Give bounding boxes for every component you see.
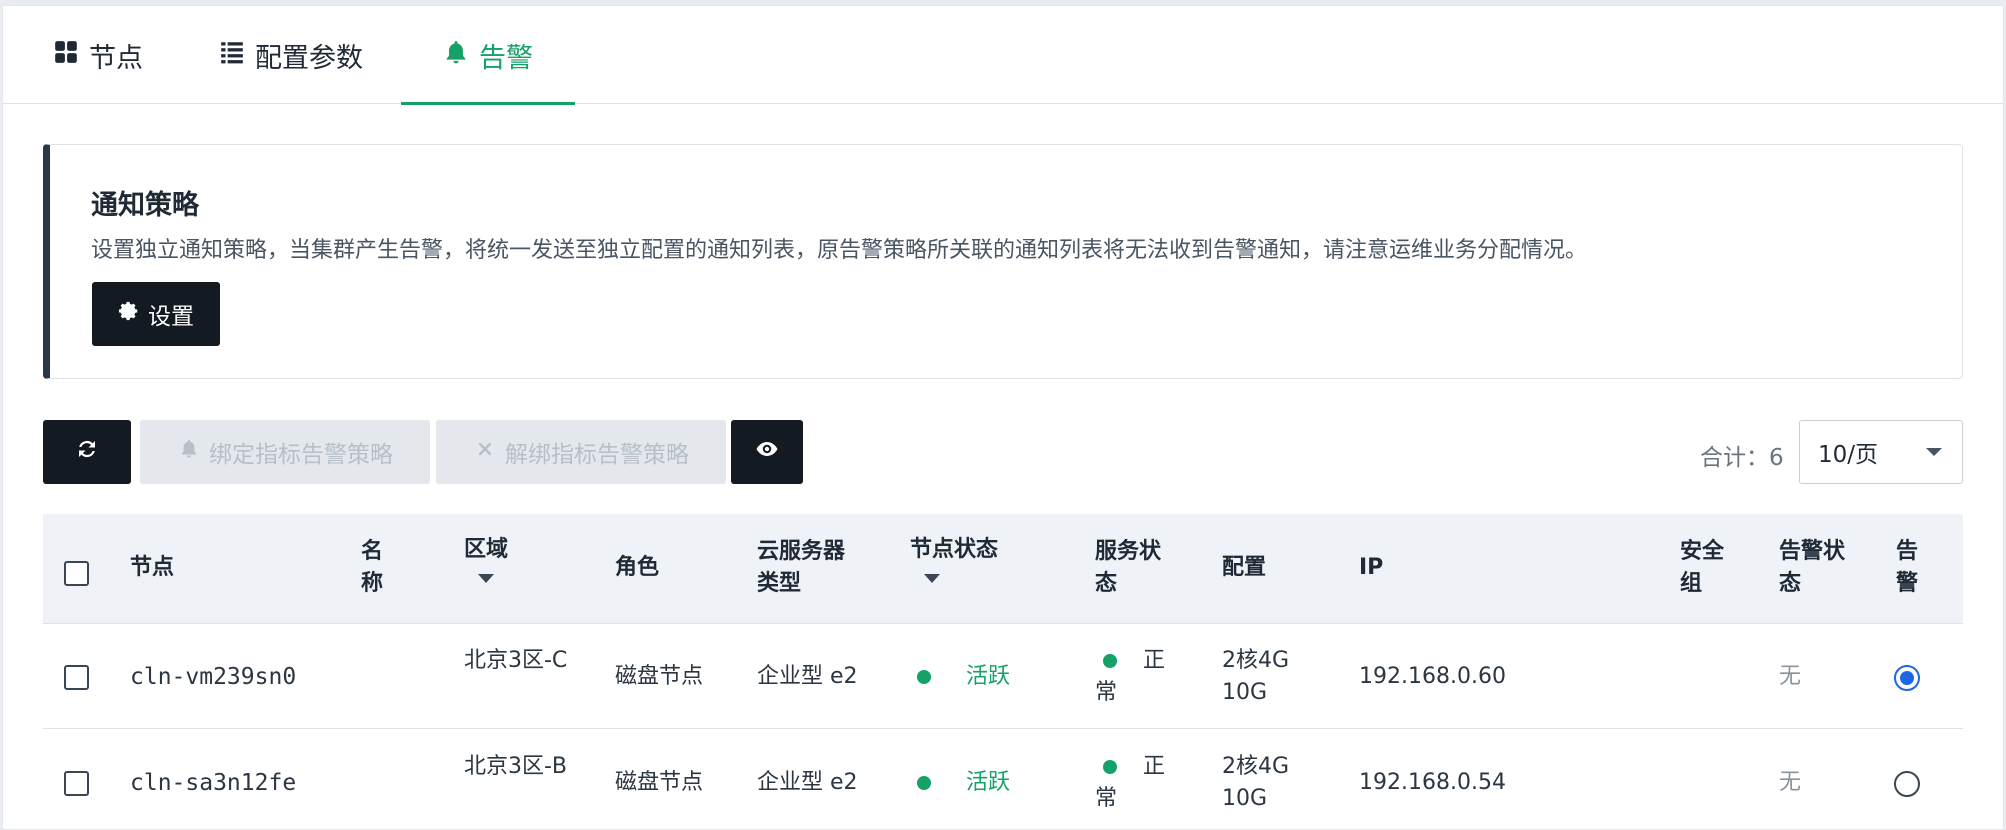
settings-button[interactable]: 设置 <box>92 282 220 346</box>
column-header-node-status[interactable]: 节点状态 <box>910 534 998 583</box>
sort-caret-icon <box>924 574 940 583</box>
settings-button-label: 设置 <box>148 304 194 330</box>
notice-description: 设置独立通知策略，当集群产生告警，将统一发送至独立配置的通知列表，原告警策略所关… <box>91 238 1588 263</box>
column-header-service-status: 服务状态 <box>1095 539 1162 596</box>
bell-icon <box>443 39 469 72</box>
tab-config-params[interactable]: 配置参数 <box>211 6 371 104</box>
alarm-radio[interactable] <box>1894 665 1920 691</box>
tab-alarm[interactable]: 告警 <box>401 6 575 105</box>
select-all-checkbox[interactable] <box>64 561 89 586</box>
gear-icon <box>118 300 140 328</box>
ip-value: 192.168.0.60 <box>1359 664 1506 689</box>
node-id[interactable]: cln-sa3n12fe <box>130 767 296 799</box>
row-checkbox[interactable] <box>64 771 89 796</box>
column-header-instance-type: 云服务器类型 <box>757 539 846 596</box>
app-frame: 节点 配置参数 告警 通知策略 设置独立通知策略，当集群产生告警，将统一发送至独… <box>2 5 2004 830</box>
unbind-alarm-policy-label: 解绑指标告警策略 <box>505 442 689 468</box>
alarm-status-value: 无 <box>1779 664 1802 689</box>
close-icon <box>473 437 497 467</box>
row-checkbox[interactable] <box>64 665 89 690</box>
service-status-value: 正常 <box>1095 648 1166 705</box>
tab-label: 节点 <box>89 42 143 74</box>
list-icon <box>219 39 245 72</box>
total-count: 合计：6 <box>1700 445 1784 471</box>
alarm-status-value: 无 <box>1779 770 1802 795</box>
role-value: 磁盘节点 <box>615 664 704 689</box>
instance-type-value: 企业型 e2 <box>757 664 858 689</box>
alarm-radio[interactable] <box>1894 771 1920 797</box>
tab-label: 告警 <box>479 42 533 74</box>
refresh-icon <box>75 437 99 467</box>
bind-alarm-policy-button[interactable]: 绑定指标告警策略 <box>140 420 430 484</box>
column-header-alarm: 告警 <box>1896 539 1919 596</box>
ip-value: 192.168.0.54 <box>1359 770 1506 795</box>
config-value: 2核4G 10G <box>1222 754 1290 811</box>
column-visibility-button[interactable] <box>731 420 803 484</box>
column-header-name: 名称 <box>361 539 384 596</box>
eye-icon <box>755 437 779 467</box>
table-row[interactable]: cln-vm239sn0 北京3区-C 磁盘节点 企业型 e2 活跃 正常 2核… <box>43 624 1963 729</box>
tab-label: 配置参数 <box>255 42 363 74</box>
zone-value: 北京3区-C <box>464 648 568 673</box>
column-header-role: 角色 <box>615 555 660 580</box>
bind-alarm-policy-label: 绑定指标告警策略 <box>209 442 393 468</box>
zone-value: 北京3区-B <box>464 754 568 779</box>
node-id[interactable]: cln-vm239sn0 <box>130 661 296 693</box>
column-header-zone[interactable]: 区域 <box>464 534 508 583</box>
column-header-alarm-status: 告警状态 <box>1779 539 1846 596</box>
caret-down-icon <box>1926 448 1942 456</box>
service-status-value: 正常 <box>1095 754 1166 811</box>
instance-type-value: 企业型 e2 <box>757 770 858 795</box>
grid-icon <box>53 39 79 72</box>
node-status-value: 活跃 <box>966 664 1011 689</box>
sort-caret-icon <box>478 574 494 583</box>
page-size-value: 10/页 <box>1818 442 1879 468</box>
column-header-config: 配置 <box>1222 555 1267 580</box>
bell-slash-icon <box>177 437 201 467</box>
page-size-select[interactable]: 10/页 <box>1799 420 1963 484</box>
column-header-node: 节点 <box>130 555 175 580</box>
config-value: 2核4G 10G <box>1222 648 1290 705</box>
refresh-button[interactable] <box>43 420 131 484</box>
node-status-value: 活跃 <box>966 770 1011 795</box>
unbind-alarm-policy-button[interactable]: 解绑指标告警策略 <box>436 420 726 484</box>
column-header-security-group: 安全组 <box>1680 539 1725 596</box>
table-header: 节点 名称 区域 角色 云服务器类型 节点状态 服务状态 配置 IP 安全组 告… <box>43 514 1963 624</box>
table-row[interactable]: cln-sa3n12fe 北京3区-B 磁盘节点 企业型 e2 活跃 正常 2核… <box>43 730 1963 829</box>
role-value: 磁盘节点 <box>615 770 704 795</box>
tab-nodes[interactable]: 节点 <box>43 6 153 104</box>
notice-title: 通知策略 <box>91 190 199 221</box>
column-header-ip: IP <box>1359 555 1384 580</box>
status-dot-icon <box>917 776 931 790</box>
status-dot-icon <box>917 670 931 684</box>
tab-bar: 节点 配置参数 告警 <box>3 6 2003 105</box>
notification-policy-panel: 通知策略 设置独立通知策略，当集群产生告警，将统一发送至独立配置的通知列表，原告… <box>43 144 1963 379</box>
